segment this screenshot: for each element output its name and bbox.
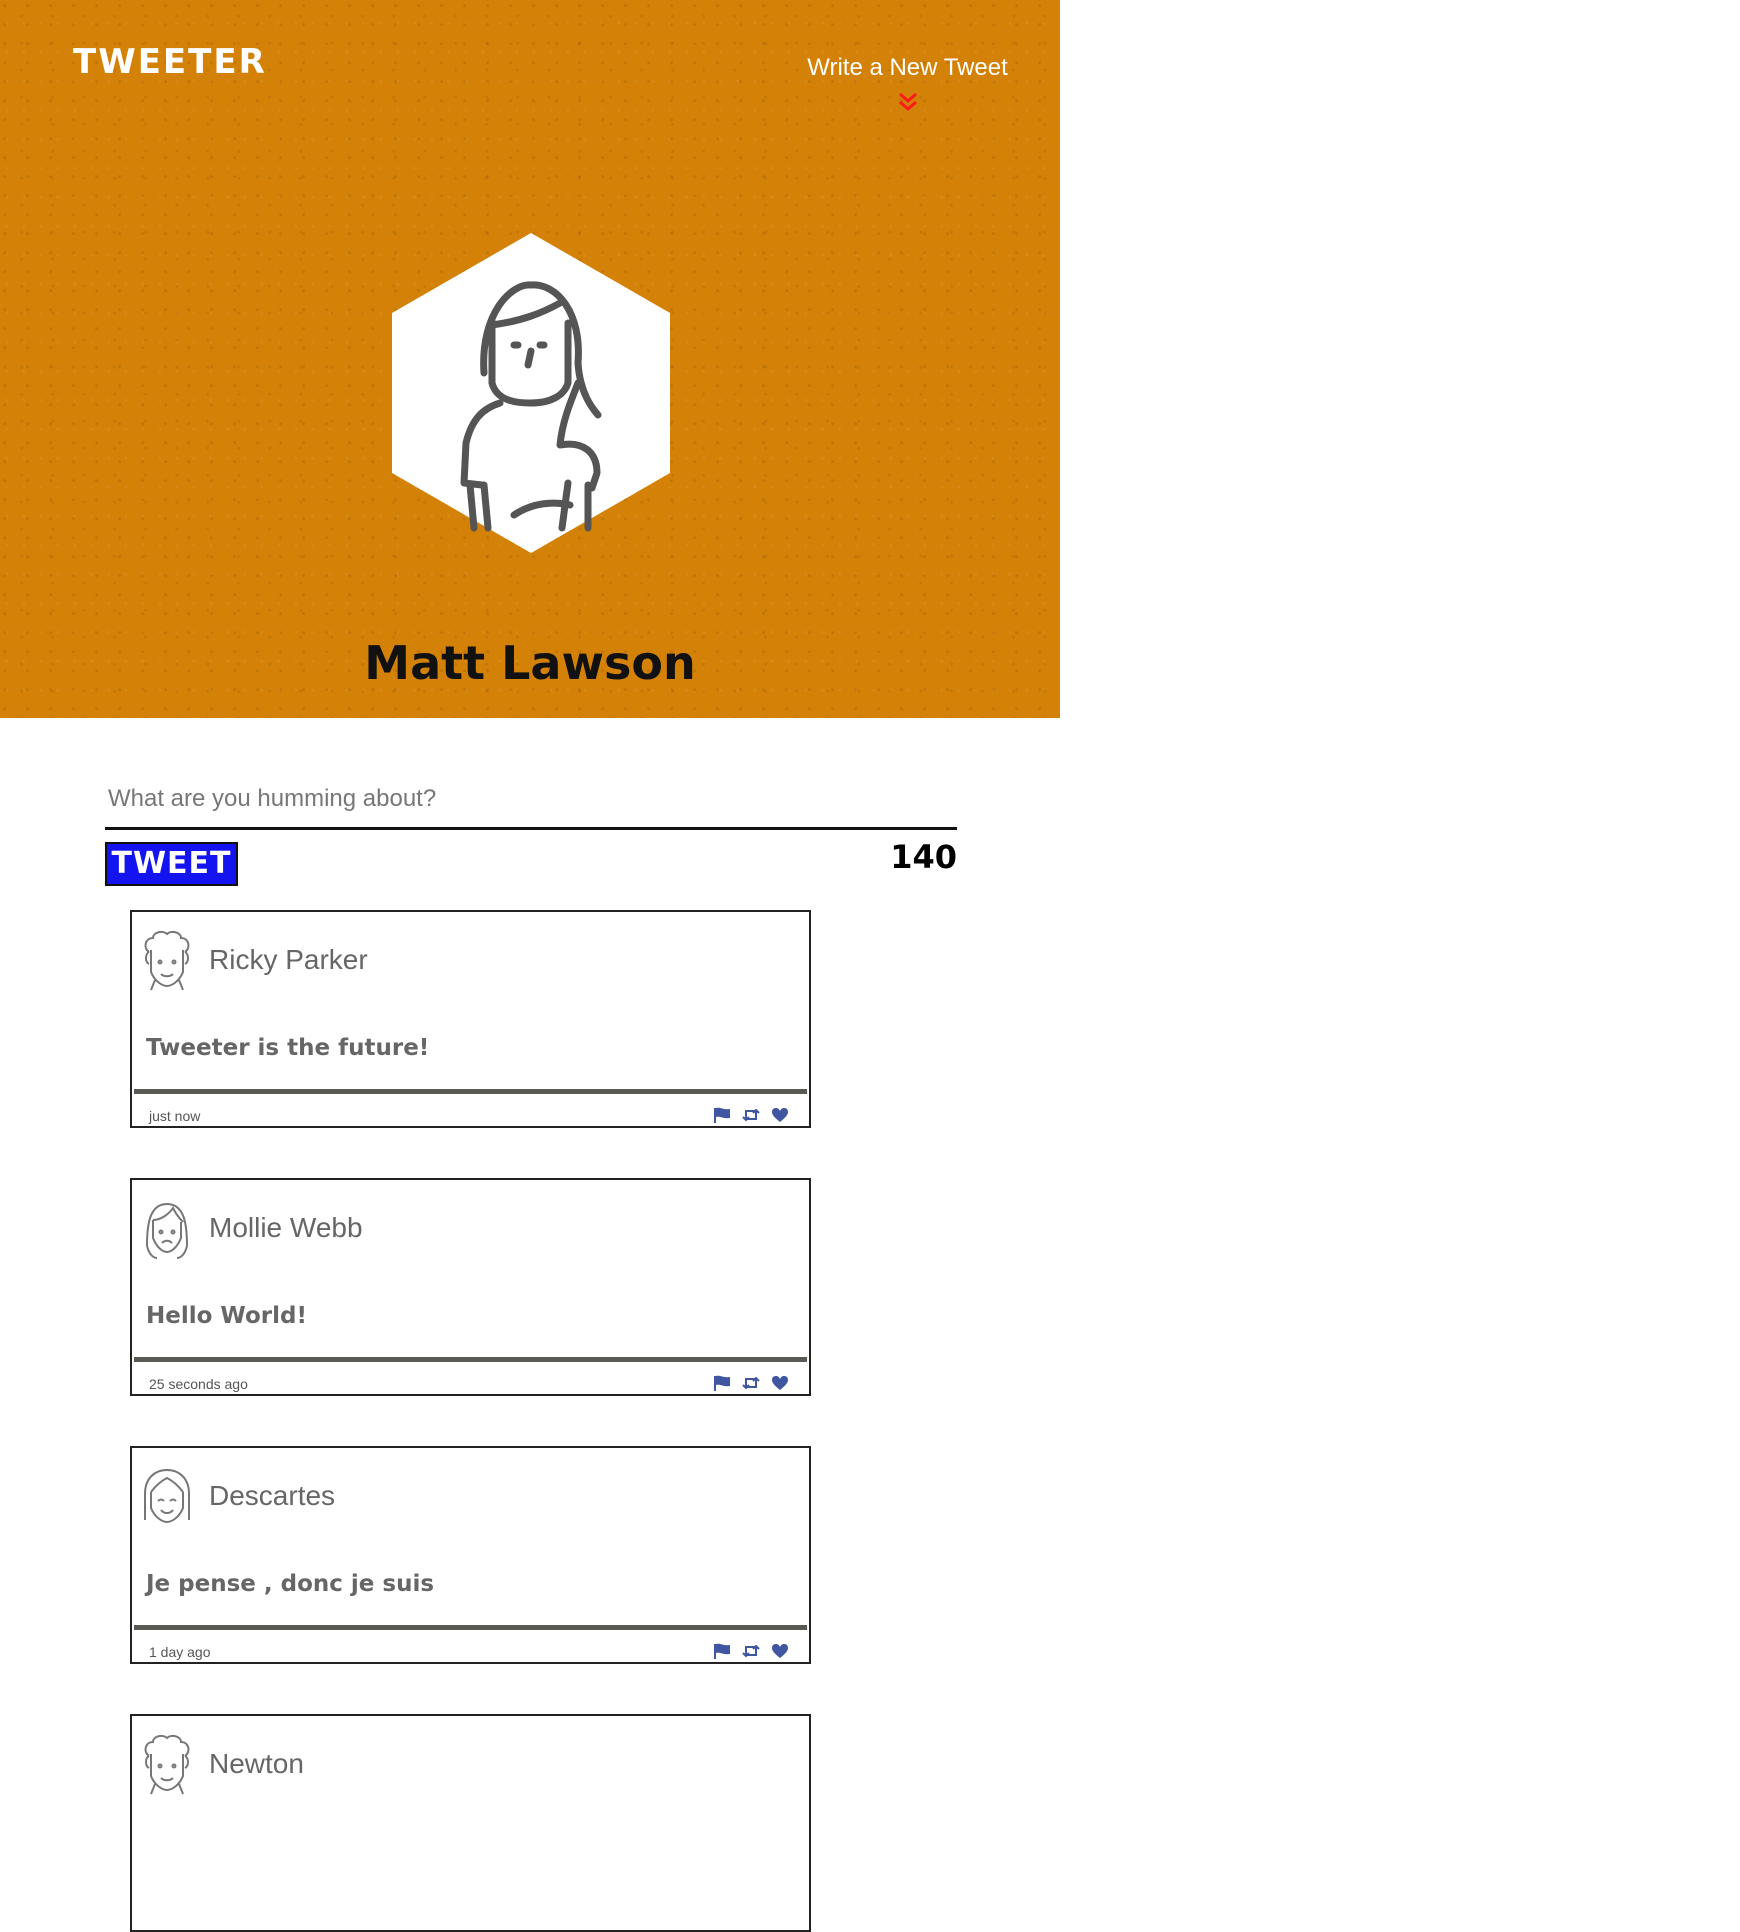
tweet-content: Hello World! bbox=[146, 1303, 307, 1329]
tweet-timestamp: 25 seconds ago bbox=[149, 1376, 248, 1392]
tweet-content: Tweeter is the future! bbox=[146, 1035, 430, 1061]
write-new-tweet-link[interactable]: Write a New Tweet bbox=[805, 54, 1010, 114]
profile-avatar bbox=[392, 233, 670, 553]
curly-hair-avatar-icon bbox=[144, 930, 190, 991]
new-tweet-form: TWEET 140 bbox=[105, 770, 957, 886]
tweet-card: Descartes Je pense , donc je suis 1 day … bbox=[130, 1446, 811, 1664]
tweet-divider bbox=[134, 1089, 807, 1094]
heart-icon[interactable] bbox=[771, 1375, 789, 1391]
tweet-actions bbox=[713, 1375, 789, 1391]
write-new-tweet-label[interactable]: Write a New Tweet bbox=[805, 54, 1010, 82]
tweet-timestamp: just now bbox=[149, 1108, 201, 1124]
tweet-actions bbox=[713, 1643, 789, 1659]
flag-icon[interactable] bbox=[713, 1375, 731, 1391]
double-chevron-down-icon[interactable] bbox=[896, 90, 920, 114]
flag-icon[interactable] bbox=[713, 1643, 731, 1659]
tweet-divider bbox=[134, 1625, 807, 1630]
retweet-icon[interactable] bbox=[742, 1375, 760, 1391]
tweet-submit-button[interactable]: TWEET bbox=[105, 842, 238, 886]
tweet-author[interactable]: Newton bbox=[209, 1748, 304, 1780]
curly-hair-avatar-icon bbox=[144, 1734, 190, 1795]
retweet-icon[interactable] bbox=[742, 1107, 760, 1123]
profile-name: Matt Lawson bbox=[364, 636, 696, 690]
bob-hair-avatar-icon bbox=[144, 1468, 190, 1524]
tweet-text-input[interactable] bbox=[105, 770, 957, 830]
tweet-author[interactable]: Ricky Parker bbox=[209, 944, 368, 976]
tweet-timestamp: 1 day ago bbox=[149, 1644, 211, 1660]
heart-icon[interactable] bbox=[771, 1107, 789, 1123]
tweet-author[interactable]: Mollie Webb bbox=[209, 1212, 363, 1244]
app-logo[interactable]: TWEETER bbox=[73, 42, 267, 82]
long-hair-avatar-icon bbox=[146, 1202, 188, 1259]
character-counter: 140 bbox=[890, 838, 957, 876]
tweet-actions bbox=[713, 1107, 789, 1123]
tweet-divider bbox=[134, 1357, 807, 1362]
tweet-content: Je pense , donc je suis bbox=[146, 1571, 435, 1597]
profile-header: TWEETER Write a New Tweet Matt Lawson bbox=[0, 0, 1060, 718]
tweet-card: Newton bbox=[130, 1714, 811, 1932]
tweet-author[interactable]: Descartes bbox=[209, 1480, 335, 1512]
retweet-icon[interactable] bbox=[742, 1643, 760, 1659]
tweet-card: Mollie Webb Hello World! 25 seconds ago bbox=[130, 1178, 811, 1396]
flag-icon[interactable] bbox=[713, 1107, 731, 1123]
tweet-card: Ricky Parker Tweeter is the future! just… bbox=[130, 910, 811, 1128]
heart-icon[interactable] bbox=[771, 1643, 789, 1659]
